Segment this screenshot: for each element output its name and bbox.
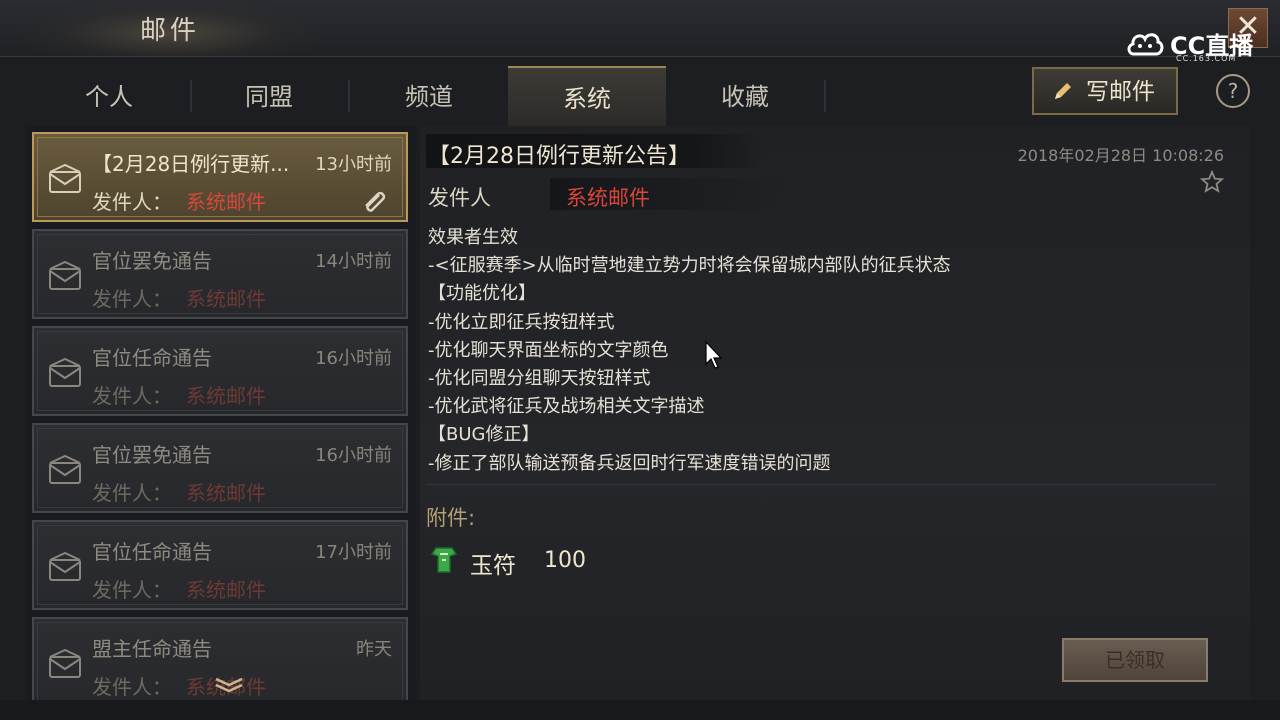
compose-mail-button[interactable]: 写邮件	[1032, 67, 1178, 115]
mail-sender: 系统邮件	[186, 190, 266, 214]
mail-list-item[interactable]: 【2月28日例行更新... 13小时前 发件人： 系统邮件	[32, 132, 408, 222]
body-line: -优化聊天界面坐标的文字颜色	[428, 339, 669, 361]
stream-watermark: CC直播 CC.163.COM	[1126, 26, 1256, 66]
body-line: -优化立即征兵按钮样式	[428, 311, 615, 333]
pencil-icon	[1055, 83, 1071, 99]
mail-list-item[interactable]: 官位任命通告 16小时前 发件人： 系统邮件	[32, 326, 408, 416]
mail-subject: 官位任命通告	[92, 346, 212, 370]
envelope-icon	[49, 164, 81, 193]
bottom-edge	[0, 700, 1280, 720]
brand-subtext: CC.163.COM	[1176, 54, 1237, 63]
mail-list-item[interactable]: 官位罢免通告 16小时前 发件人： 系统邮件	[32, 423, 408, 513]
divider	[426, 484, 1216, 485]
mail-list-item[interactable]: 官位罢免通告 14小时前 发件人： 系统邮件	[32, 229, 408, 319]
body-line: -<征服赛季>从临时营地建立势力时将会保留城内部队的征兵状态	[428, 255, 951, 277]
body-line: -优化武将征兵及战场相关文字描述	[428, 396, 705, 418]
envelope-icon	[49, 455, 81, 484]
attachment-clip-icon	[365, 191, 386, 212]
mail-subject: 官位罢免通告	[92, 249, 212, 273]
mail-sender-label: 发件人：	[92, 578, 172, 602]
jade-token-icon	[430, 547, 458, 573]
mail-subject: 【2月28日例行更新...	[92, 152, 290, 176]
help-button[interactable]: ?	[1216, 74, 1250, 108]
mail-sender-label: 发件人：	[92, 675, 172, 699]
mail-sender-label: 发件人：	[92, 287, 172, 311]
cloud-logo-icon	[1127, 33, 1164, 56]
tab-alliance[interactable]: 同盟	[190, 66, 348, 124]
mail-subject: 官位罢免通告	[92, 443, 212, 467]
mail-time: 13小时前	[315, 154, 392, 175]
body-line: 【功能优化】	[428, 283, 536, 305]
attachment-label: 附件:	[426, 506, 476, 530]
mail-subject: 官位任命通告	[92, 540, 212, 564]
mail-sender-label: 发件人：	[92, 190, 172, 214]
body-line: -优化同盟分组聊天按钮样式	[428, 367, 651, 389]
mail-sender-label: 发件人：	[92, 384, 172, 408]
mail-sender-label: 发件人：	[92, 481, 172, 505]
mail-detail: 【2月28日例行更新公告】 2018年02月28日 10:08:26 发件人 系…	[420, 126, 1250, 700]
envelope-icon	[49, 649, 81, 678]
tab-channel[interactable]: 频道	[350, 66, 508, 124]
mail-subject: 盟主任命通告	[92, 637, 212, 661]
title-bar: 邮件 ✕	[0, 0, 1280, 57]
mail-sender: 系统邮件	[186, 384, 266, 408]
window-title: 邮件	[140, 16, 201, 46]
mail-time: 14小时前	[315, 251, 392, 272]
compose-mail-label: 写邮件	[1086, 79, 1155, 105]
tab-divider	[824, 80, 826, 112]
mail-detail-subject: 【2月28日例行更新公告】	[428, 144, 690, 169]
mail-list-item[interactable]: 官位任命通告 17小时前 发件人： 系统邮件	[32, 520, 408, 610]
envelope-icon	[49, 261, 81, 290]
claimed-button[interactable]: 已领取	[1062, 638, 1208, 682]
mail-time: 昨天	[356, 639, 392, 660]
tab-system[interactable]: 系统	[508, 66, 666, 129]
mail-list: 【2月28日例行更新... 13小时前 发件人： 系统邮件 官位罢免通告 14小…	[26, 126, 416, 700]
mail-body: 效果者生效 -<征服赛季>从临时营地建立势力时将会保留城内部队的征兵状态 【功能…	[428, 224, 1218, 478]
mail-sender: 系统邮件	[186, 287, 266, 311]
envelope-icon	[49, 552, 81, 581]
mail-time: 17小时前	[315, 542, 392, 563]
envelope-icon	[49, 358, 81, 387]
body-line: 【BUG修正】	[428, 424, 540, 446]
tab-personal[interactable]: 个人	[30, 66, 188, 124]
mail-time: 16小时前	[315, 348, 392, 369]
scroll-down-chevron-icon[interactable]	[212, 676, 246, 692]
body-line: 效果者生效	[428, 227, 518, 248]
mail-sender: 系统邮件	[186, 578, 266, 602]
attachment-item-qty: 100	[544, 548, 586, 573]
mouse-cursor-icon	[705, 340, 723, 369]
mail-sender: 系统邮件	[186, 481, 266, 505]
detail-sender: 系统邮件	[566, 186, 650, 210]
detail-sender-label: 发件人	[428, 186, 491, 210]
mail-time: 16小时前	[315, 445, 392, 466]
star-icon[interactable]	[1200, 170, 1224, 194]
mail-detail-date: 2018年02月28日 10:08:26	[1017, 146, 1224, 165]
body-line: -修正了部队输送预备兵返回时行军速度错误的问题	[428, 452, 831, 474]
attachment-item-name: 玉符	[470, 553, 516, 579]
tab-favorites[interactable]: 收藏	[666, 66, 824, 124]
